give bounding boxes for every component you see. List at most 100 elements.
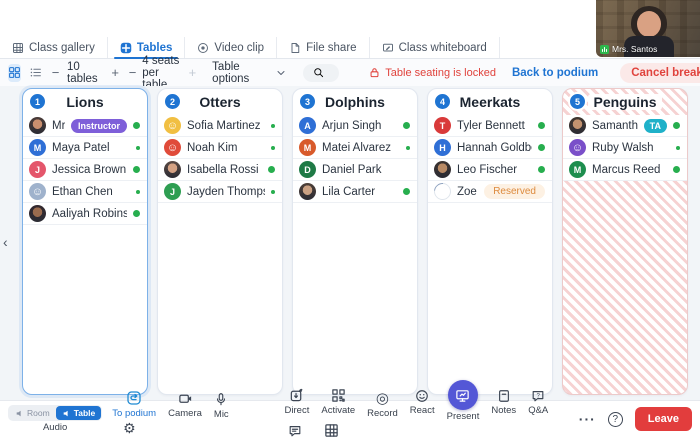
- audio-toggle-label: Audio: [43, 422, 67, 433]
- mic-button[interactable]: Mic: [214, 391, 229, 420]
- participant-row[interactable]: MMaya Patel: [23, 137, 147, 159]
- participant-name: Noah Kim: [187, 142, 265, 154]
- avatar: M: [299, 139, 316, 156]
- table-card-header: 4Meerkats: [428, 89, 552, 115]
- participant-row[interactable]: M Matei Alvarez: [293, 137, 417, 159]
- mic-icon: [214, 391, 228, 408]
- gallery-button[interactable]: Gallery: [317, 422, 347, 437]
- react-button[interactable]: React: [410, 387, 435, 416]
- leave-button[interactable]: Leave: [635, 407, 692, 431]
- participant-row[interactable]: Samantha LeeTA: [563, 115, 687, 137]
- chevron-down-icon: [275, 67, 287, 79]
- help-button[interactable]: ?: [608, 412, 623, 427]
- collapse-panel-chevron[interactable]: ‹: [3, 234, 8, 250]
- participant-row[interactable]: Aaliyah Robinson: [23, 203, 147, 225]
- participant-row[interactable]: TTyler Bennett: [428, 115, 552, 137]
- audio-room-toggle[interactable]: Room: [9, 406, 56, 420]
- video-clip-icon: [197, 42, 209, 54]
- avatar: [569, 117, 586, 134]
- table-cards: 1LionsMrs. SantosInstructorMMaya PatelJJ…: [22, 88, 688, 395]
- tab-video-clip[interactable]: Video clip: [185, 37, 277, 58]
- participant-name: Mrs. Santos: [52, 120, 65, 132]
- participant-row[interactable]: J Jayden Thompson: [158, 181, 282, 203]
- participant-row[interactable]: Leo Fischer: [428, 159, 552, 181]
- tab-label: Class whiteboard: [399, 42, 487, 54]
- avatar: ☺: [29, 183, 46, 200]
- seats-plus-button[interactable]: +: [189, 65, 197, 80]
- avatar: ☺: [164, 117, 181, 134]
- chat-button[interactable]: Chat: [285, 423, 305, 437]
- to-podium-button[interactable]: To podium: [112, 390, 156, 419]
- tables-toolbar: − 10 tables + − 4 seats per table + Tabl…: [0, 59, 700, 86]
- list-view-button[interactable]: [29, 64, 42, 82]
- participant-row[interactable]: ☺Sofia Martinez: [158, 115, 282, 137]
- camera-button[interactable]: Camera: [168, 390, 202, 419]
- table-card-penguins[interactable]: 5PenguinsSamantha LeeTA☺Ruby WalshMMarcu…: [562, 88, 688, 395]
- table-card-lions[interactable]: 1LionsMrs. SantosInstructorMMaya PatelJJ…: [22, 88, 148, 395]
- notes-button[interactable]: Notes: [491, 387, 516, 416]
- avatar: A: [299, 117, 316, 134]
- presence-dot: [133, 210, 140, 217]
- table-card-meerkats[interactable]: 4MeerkatsTTyler BennettHHannah GoldbergL…: [427, 88, 553, 395]
- present-icon: [448, 380, 478, 410]
- table-card-otters[interactable]: 2Otters☺Sofia Martinez☺Noah KimIsabella …: [157, 88, 283, 395]
- record-button[interactable]: ◎Record: [367, 390, 398, 419]
- more-options-button[interactable]: ···: [579, 411, 596, 427]
- tables-plus-button[interactable]: +: [110, 65, 121, 80]
- back-to-podium-button[interactable]: Back to podium: [512, 67, 598, 79]
- seats-minus-button[interactable]: −: [129, 65, 137, 80]
- participant-row[interactable]: AArjun Singh: [293, 115, 417, 137]
- participant-row[interactable]: MMarcus Reed: [563, 159, 687, 181]
- avatar: H: [434, 139, 451, 156]
- participant-row[interactable]: Mrs. SantosInstructor: [23, 115, 147, 137]
- tab-label: Video clip: [214, 42, 264, 54]
- participant-name: Marcus Reed: [592, 164, 667, 176]
- video-name-label: Mrs. Santos: [600, 44, 657, 54]
- participant-row[interactable]: ☺Ethan Chen: [23, 181, 147, 203]
- participant-row[interactable]: ☺Ruby Walsh: [563, 137, 687, 159]
- participant-name: Matei Alvarez: [322, 142, 400, 154]
- participant-name: Daniel Park: [322, 164, 410, 176]
- table-options-dropdown[interactable]: Table options: [204, 58, 295, 88]
- table-card-header: 2Otters: [158, 89, 282, 115]
- avatar: J: [164, 183, 181, 200]
- presence-dot: [271, 124, 275, 128]
- participant-name: Jayden Thompson: [187, 186, 265, 198]
- table-card-dolphins[interactable]: 3DolphinsAArjun SinghMMatei AlvarezDDani…: [292, 88, 418, 395]
- settings-button[interactable]: ⚙Settings: [112, 420, 146, 437]
- participant-name: Maya Patel: [52, 142, 130, 154]
- participant-row[interactable]: DDaniel Park: [293, 159, 417, 181]
- participant-row[interactable]: HHannah Goldberg: [428, 137, 552, 159]
- presence-dot: [268, 166, 275, 173]
- participant-row[interactable]: Zoe KaplanReserved: [428, 181, 552, 203]
- participant-name: Tyler Bennett: [457, 120, 532, 132]
- audio-pill-label: Room: [27, 408, 50, 418]
- tab-file-share[interactable]: File share: [277, 37, 370, 58]
- svg-text:?: ?: [537, 392, 541, 399]
- cancel-breakout-button[interactable]: Cancel breakout: [620, 63, 700, 83]
- participant-row[interactable]: ☺Noah Kim: [158, 137, 282, 159]
- audio-table-toggle[interactable]: Table: [56, 406, 102, 420]
- presence-dot: [403, 122, 410, 129]
- tab-class-gallery[interactable]: Class gallery: [0, 37, 108, 58]
- participant-row[interactable]: Isabella Rossi: [158, 159, 282, 181]
- tables-minus-button[interactable]: −: [50, 65, 61, 80]
- qa-button[interactable]: ?Q&A: [528, 387, 548, 416]
- self-video-thumbnail[interactable]: Mrs. Santos: [596, 0, 700, 57]
- tables-icon: [120, 42, 132, 54]
- top-header: [0, 0, 700, 37]
- camera-icon: [178, 390, 193, 407]
- tab-class-whiteboard[interactable]: Class whiteboard: [370, 37, 500, 58]
- participant-row[interactable]: JJessica Brown: [23, 159, 147, 181]
- participant-row[interactable]: Lila Carter: [293, 181, 417, 203]
- present-button[interactable]: Present: [447, 392, 480, 422]
- direct-button[interactable]: Direct: [285, 387, 310, 416]
- participant-search[interactable]: [303, 64, 339, 82]
- avatar: [29, 117, 46, 134]
- activate-button[interactable]: Activate: [321, 387, 355, 416]
- presence-dot: [136, 146, 140, 150]
- grid-view-button[interactable]: [8, 64, 21, 82]
- presence-dot: [136, 190, 140, 194]
- table-name: Lions: [61, 94, 108, 110]
- tab-bar: Class galleryTablesVideo clipFile shareC…: [0, 37, 700, 59]
